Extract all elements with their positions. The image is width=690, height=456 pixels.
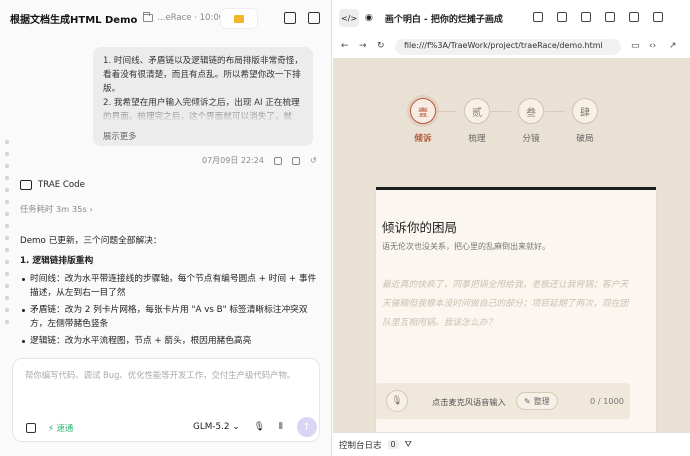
- more-icon[interactable]: [581, 12, 591, 22]
- breadcrumb: ...eRace · 10:00: [157, 13, 225, 23]
- step-label: 分镜: [522, 134, 540, 144]
- open-folder-button[interactable]: [220, 8, 258, 29]
- message-timestamp: 07月09日 22:24: [202, 156, 264, 165]
- step-number: 壹: [410, 98, 436, 124]
- message-fade: [93, 103, 313, 123]
- reply-list: 时间线：改为水平带连接线的步骤轴，每个节点有编号圆点 + 时间 + 事件描述，从…: [20, 272, 320, 348]
- step-number: 贰: [464, 98, 490, 124]
- forward-icon[interactable]: →: [359, 41, 367, 51]
- show-more-link[interactable]: 展示更多: [103, 129, 137, 143]
- reload-icon[interactable]: ↻: [377, 41, 385, 51]
- expand-icon[interactable]: [629, 12, 639, 22]
- preview-actions: [533, 12, 663, 22]
- pin-icon[interactable]: [605, 12, 615, 22]
- trae-logo-icon: [20, 180, 32, 190]
- close-icon[interactable]: [653, 12, 663, 22]
- step-number: 叁: [518, 98, 544, 124]
- input-right-tools: GLM-5.2 ⌄ 🎙 ⦀ ↑: [193, 417, 317, 437]
- card-title: 倾诉你的困局: [382, 220, 458, 235]
- folder-icon: [234, 14, 244, 23]
- model-select[interactable]: GLM-5.2 ⌄: [193, 422, 240, 432]
- tidy-button[interactable]: ✎ 整理: [516, 392, 558, 410]
- project-title: 根据文档生成HTML Demo: [10, 14, 138, 26]
- step-4[interactable]: 肆 破局: [555, 98, 615, 144]
- task-elapsed[interactable]: 任务耗时 3m 35s ›: [20, 203, 93, 215]
- message-meta: 07月09日 22:24 ↺: [202, 155, 317, 166]
- chat-input-placeholder[interactable]: 帮你编写代码、调试 Bug、优化性能等开发工作，交付生产级代码产物。: [25, 369, 295, 381]
- input-left-tools: ⚡ 速通: [26, 422, 73, 434]
- step-3[interactable]: 叁 分镜: [501, 98, 561, 144]
- char-count: 0 / 1000: [590, 396, 625, 406]
- folder-icon: [143, 12, 154, 22]
- copy-icon[interactable]: [273, 156, 282, 165]
- chat-input-box[interactable]: 帮你编写代码、调试 Bug、优化性能等开发工作，交付生产级代码产物。 ⚡ 速通 …: [12, 358, 320, 442]
- filter-icon[interactable]: ⛛: [405, 440, 412, 450]
- step-label: 梳理: [468, 134, 486, 144]
- chat-header: 根据文档生成HTML Demo ...eRace · 10:00: [0, 0, 332, 36]
- open-external-icon[interactable]: ↗: [669, 41, 677, 51]
- preview-header: </> ◉ 画个明白 - 把你的烂摊子画成漫...: [333, 0, 690, 36]
- context-icon[interactable]: [26, 423, 36, 433]
- agent-reply: Demo 已更新，三个问题全部解决： 1. 逻辑链排版重构 时间线：改为水平带连…: [20, 234, 320, 351]
- settings-panel-icon[interactable]: [308, 12, 320, 24]
- step-number: 肆: [572, 98, 598, 124]
- share-icon[interactable]: [533, 12, 543, 22]
- confide-card: 倾诉你的困局 语无伦次也没关系，把心里的乱麻倒出来就好。 最近真的快疯了，同事把…: [376, 187, 656, 432]
- eye-icon[interactable]: ◉: [365, 13, 373, 23]
- scroll-dots: [5, 140, 9, 332]
- delete-icon[interactable]: [291, 156, 300, 165]
- send-button[interactable]: ↑: [296, 417, 317, 437]
- step-2[interactable]: 贰 梳理: [447, 98, 507, 144]
- agent-header: TRAE Code: [20, 180, 85, 190]
- step-1[interactable]: 壹 倾诉: [393, 98, 453, 144]
- voice-hint: 点击麦克风语音输入: [432, 397, 506, 407]
- undo-icon[interactable]: ↺: [310, 156, 317, 165]
- list-item: 逻辑链：改为水平流程图，节点 + 箭头，根因用赭色高亮: [20, 334, 320, 348]
- confide-textarea[interactable]: 最近真的快疯了，同事把锅全甩给我，老板还让我背锅；客户天天催稿但我根本没时间做自…: [382, 276, 630, 333]
- step-label: 倾诉: [414, 134, 432, 144]
- app-window: 根据文档生成HTML Demo ...eRace · 10:00 1. 时间线、…: [0, 0, 690, 456]
- url-bar: ← → ↻ file:///f%3A/TraeWork/project/trae…: [333, 36, 690, 58]
- pencil-icon: ✎: [524, 396, 531, 406]
- voice-input-bar: 🎙 点击麦克风语音输入 ✎ 整理 0 / 1000: [376, 383, 630, 419]
- devtools-icon[interactable]: ▭: [631, 41, 640, 51]
- step-indicator: 壹 倾诉 贰 梳理 叁 分镜 肆 破局: [333, 98, 690, 158]
- page-viewport: 壹 倾诉 贰 梳理 叁 分镜 肆 破局 倾诉你的困局 语无伦次也没关系，把心里的…: [333, 58, 690, 432]
- code-icon[interactable]: ‹›: [649, 41, 656, 51]
- grid-icon[interactable]: [557, 12, 567, 22]
- list-item: 时间线：改为水平带连接线的步骤轴，每个节点有编号圆点 + 时间 + 事件描述，从…: [20, 272, 320, 300]
- chat-panel: 根据文档生成HTML Demo ...eRace · 10:00 1. 时间线、…: [0, 0, 332, 456]
- agent-name: TRAE Code: [38, 180, 85, 190]
- back-icon[interactable]: ←: [341, 41, 349, 51]
- list-item: 矛盾链：改为 2 列卡片网格，每张卡片用 "A vs B" 标签清晰标注冲突双方…: [20, 303, 320, 331]
- mic-button[interactable]: 🎙: [386, 390, 408, 412]
- url-input[interactable]: file:///f%3A/TraeWork/project/traeRace/d…: [395, 39, 621, 55]
- page-tab-title: 画个明白 - 把你的烂摊子画成漫...: [384, 14, 503, 25]
- terminal-icon[interactable]: [284, 12, 296, 24]
- reply-heading: 1. 逻辑链排版重构: [20, 256, 94, 266]
- fast-mode-toggle[interactable]: ⚡ 速通: [48, 422, 73, 434]
- console-count: 0: [387, 440, 399, 449]
- voice-wave-icon[interactable]: ⦀: [279, 422, 283, 432]
- tidy-label: 整理: [533, 396, 550, 406]
- console-label: 控制台日志: [339, 440, 382, 451]
- user-message-bubble: 1. 时间线、矛盾链以及逻辑链的布局排版非常奇怪，看着没有很清楚，而且有点乱。所…: [93, 47, 313, 146]
- card-subtitle: 语无伦次也没关系，把心里的乱麻倒出来就好。: [382, 242, 550, 251]
- mic-icon[interactable]: 🎙: [254, 422, 265, 432]
- step-label: 破局: [576, 134, 594, 144]
- preview-panel: </> ◉ 画个明白 - 把你的烂摊子画成漫... ← → ↻ file:///…: [333, 0, 690, 456]
- reply-intro: Demo 已更新，三个问题全部解决：: [20, 236, 162, 246]
- code-view-tab[interactable]: </>: [339, 9, 359, 27]
- console-bar[interactable]: 控制台日志 0 ⛛: [333, 432, 690, 456]
